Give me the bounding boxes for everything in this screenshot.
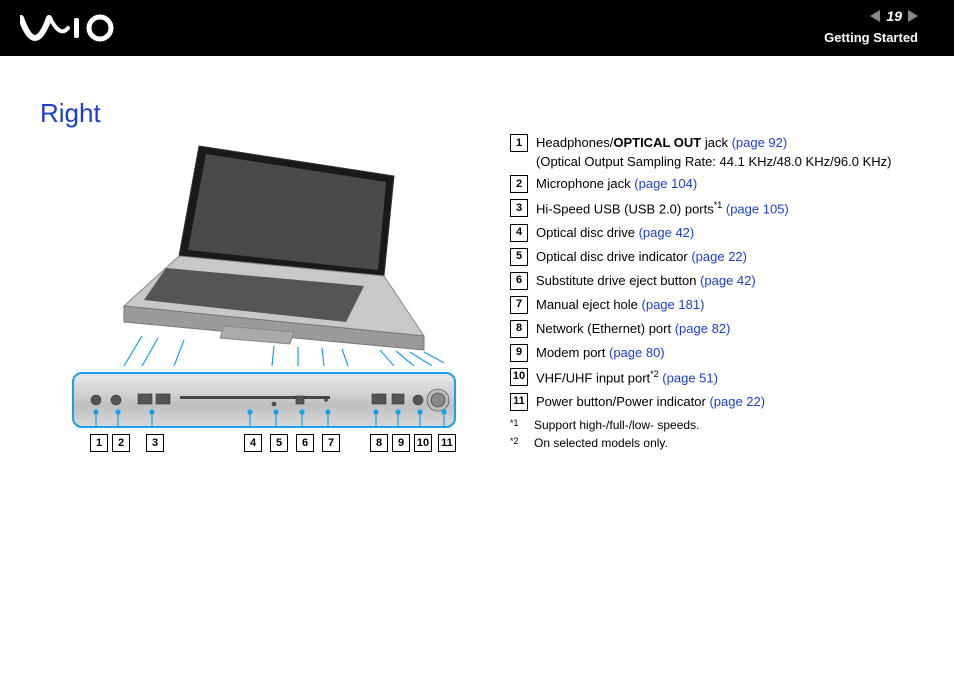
- callout-num-8: 8: [370, 434, 388, 452]
- footnote: *1 Support high-/full-/low- speeds.: [510, 418, 699, 432]
- item-text: Headphones/OPTICAL OUT jack (page 92): [536, 134, 930, 152]
- page-heading: Right: [40, 98, 101, 129]
- page-ref-link[interactable]: (page 42): [700, 273, 756, 288]
- laptop-illustration: [84, 136, 444, 366]
- page-ref-link[interactable]: (page 42): [639, 225, 695, 240]
- callout-num-11: 11: [438, 434, 456, 452]
- item-text: Modem port (page 80): [536, 344, 930, 362]
- footnote-text: Support high-/full-/low- speeds.: [534, 418, 699, 432]
- page-ref-link[interactable]: (page 104): [634, 176, 697, 191]
- side-view-diagram: [72, 372, 456, 428]
- list-item: 7 Manual eject hole (page 181): [510, 296, 930, 314]
- item-text: Optical disc drive indicator (page 22): [536, 248, 930, 266]
- callout-num-9: 9: [392, 434, 410, 452]
- item-number: 9: [510, 344, 528, 362]
- item-number: 5: [510, 248, 528, 266]
- figure-right-side: 123 4567 8910 11: [64, 136, 464, 458]
- item-text: Network (Ethernet) port (page 82): [536, 320, 930, 338]
- header-bar: 19 Getting Started: [0, 0, 954, 56]
- list-item: 4 Optical disc drive (page 42): [510, 224, 930, 242]
- callout-num-7: 7: [322, 434, 340, 452]
- item-text: Substitute drive eject button (page 42): [536, 272, 930, 290]
- list-item: 8 Network (Ethernet) port (page 82): [510, 320, 930, 338]
- item-text: VHF/UHF input port*2 (page 51): [536, 368, 930, 387]
- item-text: Manual eject hole (page 181): [536, 296, 930, 314]
- item-number: 7: [510, 296, 528, 314]
- port-list: 1 Headphones/OPTICAL OUT jack (page 92) (O…: [510, 134, 930, 417]
- page-ref-link[interactable]: (page 51): [662, 370, 718, 385]
- footnotes: *1 Support high-/full-/low- speeds. *2 On s…: [510, 418, 699, 454]
- next-page-icon[interactable]: [908, 10, 918, 22]
- page-ref-link[interactable]: (page 105): [726, 201, 789, 216]
- list-item: 5 Optical disc drive indicator (page 22): [510, 248, 930, 266]
- item-number: 3: [510, 199, 528, 217]
- item-text: Hi-Speed USB (USB 2.0) ports*1 (page 105…: [536, 199, 930, 218]
- item-text: Optical disc drive (page 42): [536, 224, 930, 242]
- item-number: 8: [510, 320, 528, 338]
- vaio-logo: [20, 14, 120, 45]
- item-text: Microphone jack (page 104): [536, 175, 930, 193]
- callout-num-5: 5: [270, 434, 288, 452]
- list-item: 10 VHF/UHF input port*2 (page 51): [510, 368, 930, 387]
- callout-num-4: 4: [244, 434, 262, 452]
- list-item: 9 Modem port (page 80): [510, 344, 930, 362]
- page-ref-link[interactable]: (page 82): [675, 321, 731, 336]
- page-number: 19: [886, 8, 902, 24]
- item-text: Power button/Power indicator (page 22): [536, 393, 930, 411]
- item-number: 11: [510, 393, 528, 411]
- list-item: 3 Hi-Speed USB (USB 2.0) ports*1 (page 10…: [510, 199, 930, 218]
- footnote: *2 On selected models only.: [510, 436, 699, 450]
- section-title: Getting Started: [824, 30, 918, 45]
- page-ref-link[interactable]: (page 92): [732, 135, 788, 150]
- page-content: Right: [0, 56, 954, 674]
- list-item: 1 Headphones/OPTICAL OUT jack (page 92): [510, 134, 930, 152]
- item-number: 1: [510, 134, 528, 152]
- item-number: 4: [510, 224, 528, 242]
- prev-page-icon[interactable]: [870, 10, 880, 22]
- list-item: 2 Microphone jack (page 104): [510, 175, 930, 193]
- page-ref-link[interactable]: (page 22): [691, 249, 747, 264]
- item-number: 2: [510, 175, 528, 193]
- list-item: 11 Power button/Power indicator (page 22): [510, 393, 930, 411]
- page-ref-link[interactable]: (page 22): [709, 394, 765, 409]
- callout-num-1: 1: [90, 434, 108, 452]
- footnote-mark: *1: [510, 418, 524, 432]
- item-number: 10: [510, 368, 528, 386]
- page-nav: 19: [870, 8, 918, 24]
- item-number: 6: [510, 272, 528, 290]
- callout-num-10: 10: [414, 434, 432, 452]
- page-ref-link[interactable]: (page 80): [609, 345, 665, 360]
- footnote-mark: *2: [510, 436, 524, 450]
- item-subtext: (Optical Output Sampling Rate: 44.1 KHz/…: [536, 154, 930, 169]
- list-item: 6 Substitute drive eject button (page 42): [510, 272, 930, 290]
- callout-num-2: 2: [112, 434, 130, 452]
- page-ref-link[interactable]: (page 181): [642, 297, 705, 312]
- callout-num-6: 6: [296, 434, 314, 452]
- diagram-callouts: 123 4567 8910 11: [74, 434, 454, 458]
- callout-num-3: 3: [146, 434, 164, 452]
- footnote-text: On selected models only.: [534, 436, 668, 450]
